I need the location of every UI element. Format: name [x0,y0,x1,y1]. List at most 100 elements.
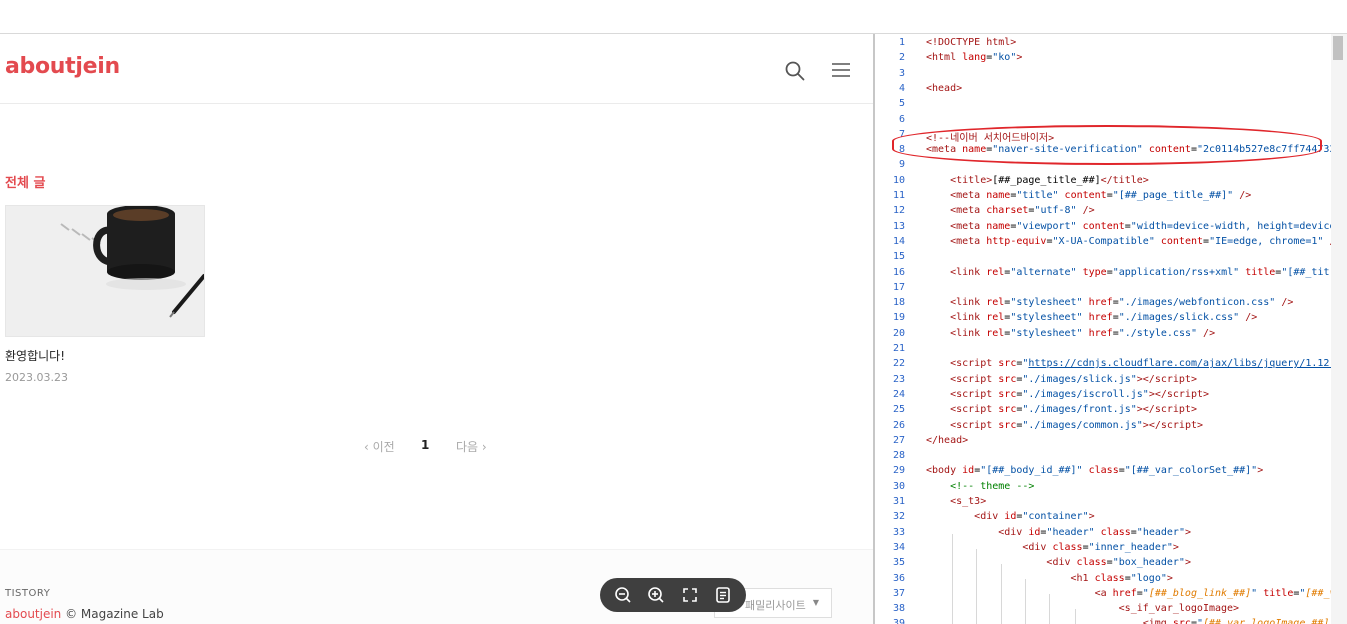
indent-guide [1001,564,1002,624]
search-icon[interactable] [784,60,806,82]
annotation-highlight-ellipse [892,125,1322,165]
post-title[interactable]: 환영합니다! [5,347,65,364]
indent-guide [952,534,953,624]
code-line[interactable]: 36 <h1 class="logo"> [875,573,1347,588]
code-line[interactable]: 15 [875,251,1347,266]
code-line[interactable]: 32 <div id="container"> [875,511,1347,526]
line-number: 36 [892,572,905,584]
line-number: 32 [892,511,905,523]
code-line[interactable]: 27 </head> [875,435,1347,450]
line-number: 18 [892,297,905,309]
code-scrollbar[interactable] [1331,34,1347,624]
code-line[interactable]: 30 <!-- theme --> [875,481,1347,496]
line-number: 37 [892,587,905,599]
fullscreen-icon[interactable] [680,585,700,605]
code-line[interactable]: 24 <script src="./images/iscroll.js"></s… [875,389,1347,404]
line-number: 31 [892,496,905,507]
line-number: 25 [892,404,905,416]
line-content: <s_t3> [950,496,987,507]
pagination-next[interactable]: 다음 › [456,438,487,455]
code-line[interactable]: 5 [875,98,1347,113]
line-content: <script src="./images/common.js"></scrip… [950,419,1204,431]
code-line[interactable]: 20 <link rel="stylesheet" href="./style.… [875,328,1347,343]
code-line[interactable]: 29 <body id="[##_body_id_##]" class="[##_… [875,465,1347,480]
line-content: <h1 class="logo"> [1070,572,1173,584]
category-title: 전체 글 [5,176,46,191]
footer-brand[interactable]: TISTORY [5,588,50,599]
code-line[interactable]: 14 <meta http-equiv="X-UA-Compatible" co… [875,236,1347,251]
line-number: 14 [892,235,905,247]
viewer-toolbar [600,578,746,612]
code-line[interactable]: 2 <html lang="ko"> [875,52,1347,67]
line-number: 11 [892,190,905,201]
code-scrollbar-thumb[interactable] [1333,36,1343,60]
document-icon[interactable] [713,585,733,605]
menu-icon[interactable] [831,61,851,79]
next-label: 다음 [456,440,479,454]
line-number: 30 [892,480,905,492]
line-number: 33 [892,526,905,538]
code-line[interactable]: 21 [875,343,1347,358]
prev-label: 이전 [372,440,395,454]
line-content: <link rel="alternate" type="application/… [950,266,1330,278]
indent-guide [1075,609,1076,624]
pagination-prev[interactable]: ‹ 이전 [364,438,395,455]
code-line[interactable]: 25 <script src="./images/front.js"></scr… [875,404,1347,419]
code-line[interactable]: 22 <script src="https://cdnjs.cloudflare… [875,358,1347,373]
line-number: 22 [892,358,905,370]
code-line[interactable]: 31 <s_t3> [875,496,1347,511]
coffee-mug-image [6,206,204,336]
line-number: 13 [892,220,905,232]
code-line[interactable]: 11 <meta name="title" content="[##_page_… [875,190,1347,205]
code-line[interactable]: 18 <link rel="stylesheet" href="./images… [875,297,1347,312]
code-line[interactable]: 38 <s_if_var_logoImage> [875,603,1347,618]
line-content: <a href="[##_blog_link_##]" title="[##_v [1094,587,1336,599]
code-line[interactable]: 39 <img src="[##_var_logoImage_##]" [875,618,1347,624]
line-number: 1 [898,37,905,48]
line-content: <link rel="stylesheet" href="./images/sl… [950,312,1258,324]
line-content: <head> [926,82,963,94]
code-editor[interactable]: 1 <!DOCTYPE html> 2 <html lang="ko"> 3 4 <head… [875,34,1347,624]
code-line[interactable]: 26 <script src="./images/common.js"></sc… [875,420,1347,435]
line-content: <div class="inner_header"> [1022,541,1179,553]
footer-blog-link[interactable]: aboutjein [5,607,61,621]
code-line[interactable]: 28 [875,450,1347,465]
line-number: 4 [898,82,905,94]
line-number: 15 [892,251,905,263]
code-line[interactable]: 1 <!DOCTYPE html> [875,37,1347,52]
line-content: </head> [926,434,969,446]
code-line[interactable]: 13 <meta name="viewport" content="width=… [875,221,1347,236]
blog-logo[interactable]: aboutjein [5,54,120,79]
code-line[interactable]: 17 [875,282,1347,297]
line-content: <s_if_var_logoImage> [1118,603,1240,615]
code-line[interactable]: 35 <div class="box_header"> [875,557,1347,572]
line-number: 20 [892,327,905,339]
line-content: <html lang="ko"> [926,52,1023,64]
code-line[interactable]: 19 <link rel="stylesheet" href="./images… [875,312,1347,327]
line-number: 21 [892,343,905,354]
line-number: 10 [892,174,905,186]
zoom-in-icon[interactable] [646,585,666,605]
line-content: <body id="[##_body_id_##]" class="[##_va… [926,465,1264,477]
code-line[interactable]: 3 [875,68,1347,83]
zoom-out-icon[interactable] [613,585,633,605]
code-line[interactable]: 23 <script src="./images/slick.js"></scr… [875,374,1347,389]
code-line[interactable]: 37 <a href="[##_blog_link_##]" title="[#… [875,588,1347,603]
line-content: <meta name="title" content="[##_page_tit… [950,190,1252,201]
code-line[interactable]: 34 <div class="inner_header"> [875,542,1347,557]
line-content: <script src="https://cdnjs.cloudflare.co… [950,358,1336,370]
line-content: <script src="./images/slick.js"></script… [950,373,1197,385]
code-line[interactable]: 16 <link rel="alternate" type="applicati… [875,267,1347,282]
code-line[interactable]: 12 <meta charset="utf-8" /> [875,205,1347,220]
line-content: <title>[##_page_title_##]</title> [950,174,1149,186]
chevron-right-icon: › [478,440,487,454]
line-number: 2 [898,52,905,64]
post-thumbnail[interactable] [5,205,205,337]
code-line[interactable]: 10 <title>[##_page_title_##]</title> [875,175,1347,190]
line-number: 34 [892,541,905,553]
line-content: <script src="./images/iscroll.js"></scri… [950,388,1210,400]
caret-down-icon: ▼ [812,598,819,607]
code-line[interactable]: 33 <div id="header" class="header"> [875,527,1347,542]
code-line[interactable]: 4 <head> [875,83,1347,98]
pagination-page-current[interactable]: 1 [421,438,429,452]
